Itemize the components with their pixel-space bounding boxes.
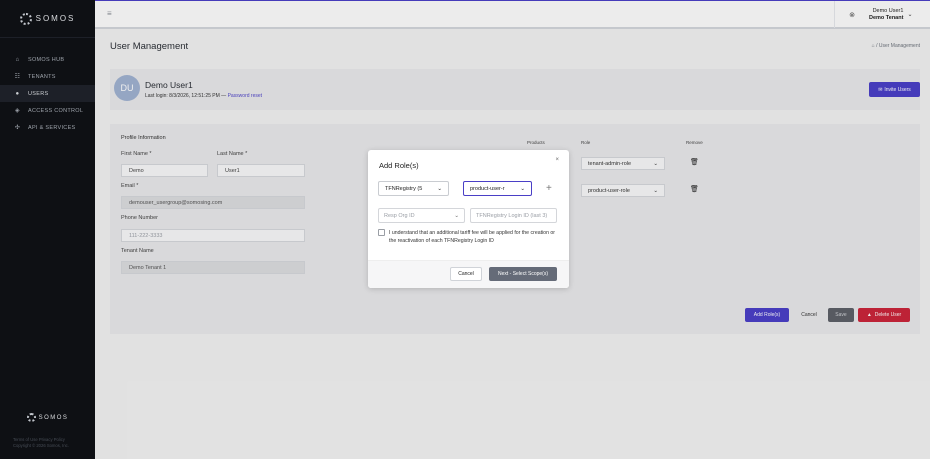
chevron-down-icon: ⌄	[454, 212, 459, 219]
tariff-checkbox[interactable]	[378, 229, 385, 236]
modal-cancel-button[interactable]: Cancel	[450, 267, 482, 281]
add-roles-modal: Add Role(s) × TFNRegistry (5 ⌄ product-u…	[368, 150, 569, 288]
add-row-icon[interactable]: +	[546, 183, 552, 194]
resp-org-select[interactable]: Resp Org ID ⌄	[378, 208, 465, 223]
login-id-placeholder: TFNRegistry Login ID (last 3)	[476, 212, 548, 219]
modal-footer: Cancel Next - Select Scope(s)	[368, 260, 569, 288]
resp-org-placeholder: Resp Org ID	[384, 212, 415, 219]
role-select-value: product-user-r	[470, 185, 505, 192]
product-select-value: TFNRegistry (5	[385, 185, 423, 192]
tariff-checkbox-label: I understand that an additional tariff f…	[389, 230, 556, 244]
next-select-scopes-button[interactable]: Next - Select Scope(s)	[489, 267, 557, 281]
close-icon[interactable]: ×	[555, 157, 559, 163]
chevron-down-icon: ⌄	[520, 185, 525, 192]
role-select[interactable]: product-user-r ⌄	[463, 181, 532, 196]
product-select[interactable]: TFNRegistry (5 ⌄	[378, 181, 449, 196]
modal-title: Add Role(s)	[379, 161, 419, 170]
login-id-input[interactable]: TFNRegistry Login ID (last 3)	[470, 208, 557, 223]
chevron-down-icon: ⌄	[437, 185, 442, 192]
